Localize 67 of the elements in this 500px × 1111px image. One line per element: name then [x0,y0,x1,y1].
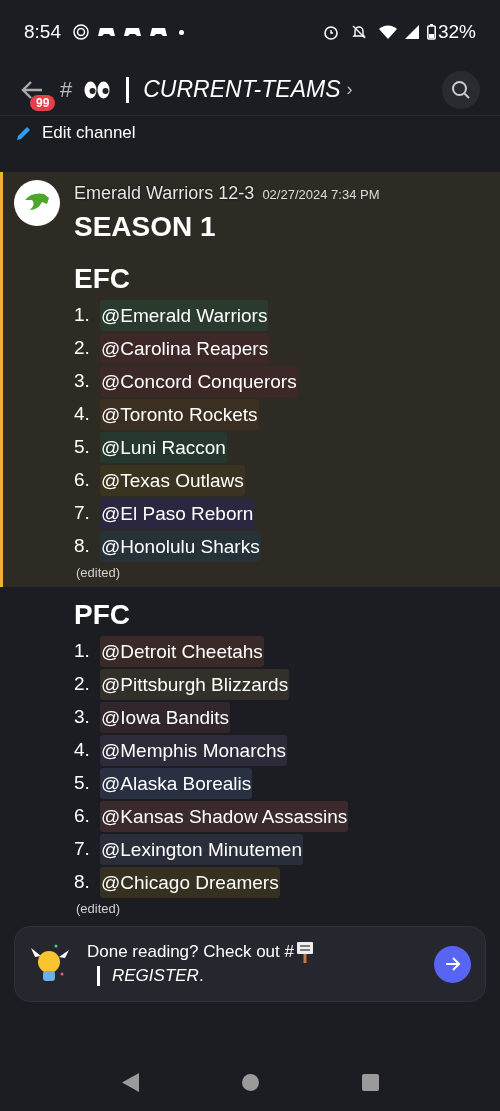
avatar-icon[interactable] [14,180,60,226]
list-number: 6. [74,468,91,493]
list-number: 3. [74,369,91,394]
eyes-icon [84,80,111,99]
signpost-icon [296,941,314,963]
list-number: 5. [74,435,91,460]
team-mention[interactable]: @El Paso Reborn [100,498,255,529]
team-mention[interactable]: @Iowa Bandits [100,701,231,733]
timestamp: 02/27/2024 7:34 PM [262,186,380,204]
list-number: 7. [74,836,91,861]
signal-icon [404,25,419,39]
battery-icon [426,24,436,40]
arrow-right-icon [444,957,461,971]
team-mention[interactable]: @Luni Raccon [100,432,227,463]
list-number: 8. [74,869,91,894]
wifi-icon [378,25,397,39]
team-mention[interactable]: @Lexington Minutemen [100,833,303,865]
team-mention[interactable]: @Emerald Warriors [100,300,269,331]
notification-icon [73,24,89,40]
section-heading: EFC [74,262,131,296]
list-number: 1. [74,303,91,328]
recents-nav-icon[interactable] [361,1073,379,1091]
team-mention[interactable]: @Texas Outlaws [100,465,245,496]
unread-badge: 99 [30,94,56,111]
go-button[interactable] [434,945,471,983]
message-title: SEASON 1 [74,210,217,244]
team-mention[interactable]: @Kansas Shadow Assassins [100,800,349,832]
dot-icon [179,29,184,35]
battery-level: 32% [437,19,476,44]
list-number: 1. [74,638,91,663]
team-mention[interactable]: @Carolina Reapers [100,333,270,364]
list-number: 5. [74,770,91,795]
home-nav-icon[interactable] [241,1073,259,1091]
search-button[interactable] [442,70,480,109]
edit-channel-link[interactable]: Edit channel [42,120,136,146]
team-mention[interactable]: @Toronto Rockets [100,399,259,430]
back-arrow-icon[interactable] [20,79,44,100]
banner-text: Done reading? Check out # [87,941,294,963]
list-number: 3. [74,704,91,729]
list-number: 2. [74,671,91,696]
list-number: 4. [74,737,91,762]
team-mention[interactable]: @Alaska Borealis [100,767,253,799]
list-number: 6. [74,803,91,828]
back-nav-icon[interactable] [121,1072,139,1092]
channel-hash: # [60,76,73,104]
list-number: 2. [74,336,91,361]
list-number: 4. [74,402,91,427]
chevron-icon[interactable]: › [346,76,353,103]
edited-label: (edited) [76,899,122,918]
team-mention[interactable]: @Chicago Dreamers [100,866,280,898]
author-name[interactable]: Emerald Warriors 12-3 [74,180,255,207]
clock: 8:54 [24,19,61,44]
list-number: 8. [74,534,91,559]
team-mention[interactable]: @Concord Conquerors [100,366,298,397]
list-number: 7. [74,501,91,526]
section-heading: PFC [74,597,131,632]
bell-muted-icon [350,24,367,40]
team-mention[interactable]: @Pittsburgh Blizzards [100,668,290,700]
alarm-icon [322,24,339,40]
channel-title[interactable]: CURRENT-TEAMS [143,72,341,107]
team-mention[interactable]: @Memphis Monarchs [100,734,288,766]
search-icon [451,79,471,100]
edited-label: (edited) [76,564,122,582]
pencil-icon [15,124,32,142]
team-mention[interactable]: @Detroit Cheetahs [100,635,264,667]
team-mention[interactable]: @Honolulu Sharks [100,531,261,562]
channel-link[interactable]: REGISTER. [112,964,204,988]
